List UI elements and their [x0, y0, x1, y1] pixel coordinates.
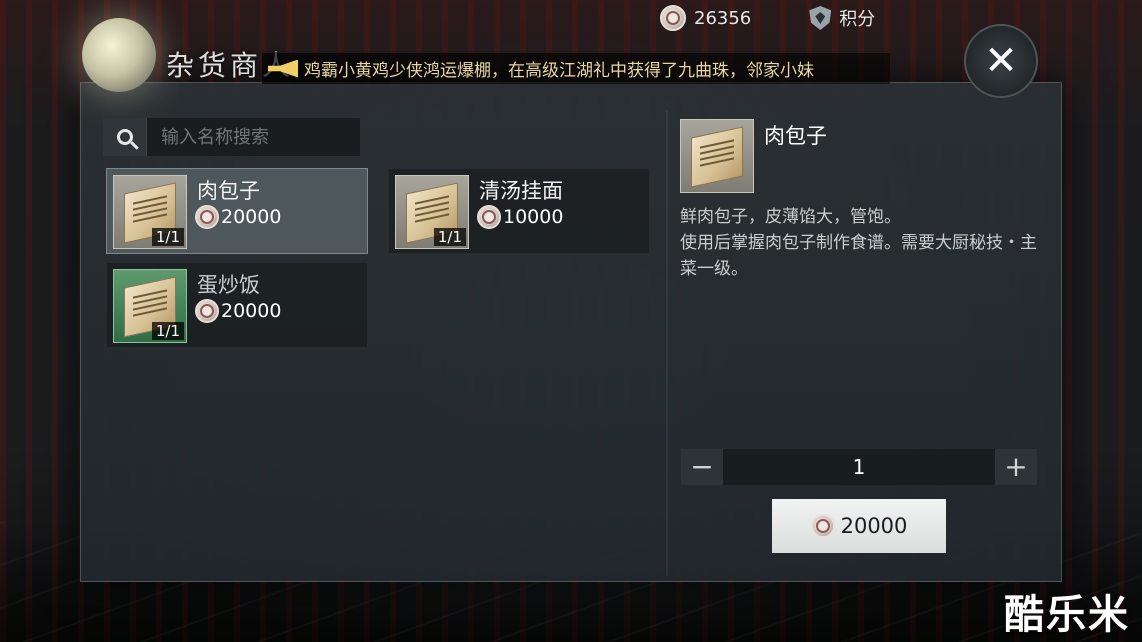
item-price: 10000: [477, 205, 563, 229]
announcement-text: 鸡霸小黄鸡少侠鸿运爆棚，在高级江湖礼中获得了九曲珠，邻家小妹: [304, 61, 814, 81]
search-input[interactable]: [147, 126, 357, 148]
item-name: 蛋炒饭: [197, 273, 260, 297]
item-count: 1/1: [151, 322, 184, 340]
points-shield-icon: [809, 6, 832, 30]
close-button[interactable]: ✕: [964, 24, 1038, 98]
currency-bar: 26356 积分: [660, 0, 875, 36]
detail-desc-line2: 使用后掌握肉包子制作食谱。需要大厨秘技・主菜一级。: [680, 233, 1037, 279]
coin-icon: [477, 205, 501, 229]
item-price-value: 20000: [221, 206, 282, 228]
coin-icon: [810, 514, 835, 538]
search-icon: [116, 129, 133, 145]
quantity-value[interactable]: 1: [853, 455, 866, 479]
detail-thumbnail: [680, 119, 754, 193]
search-button[interactable]: [103, 118, 147, 156]
item-thumbnail: 1/1: [395, 175, 469, 249]
detail-description: 鲜肉包子，皮薄馅大，管饱。 使用后掌握肉包子制作食谱。需要大厨秘技・主菜一级。: [680, 204, 1040, 282]
item-name: 肉包子: [197, 179, 260, 203]
coin-icon: [195, 205, 219, 229]
item-thumbnail: 1/1: [113, 269, 187, 343]
coin-amount: 26356: [694, 7, 752, 29]
shop-item-rou-baozi[interactable]: 1/1 肉包子 20000: [106, 168, 368, 254]
item-name: 清汤挂面: [479, 179, 563, 203]
coin-balance[interactable]: 26356: [660, 5, 751, 31]
item-price: 20000: [195, 299, 281, 323]
detail-item-name: 肉包子: [764, 124, 827, 148]
shop-item-qingtang-guamian[interactable]: 1/1 清汤挂面 10000: [388, 168, 650, 254]
site-watermark: 酷乐米: [1004, 592, 1130, 638]
increase-quantity-button[interactable]: +: [994, 449, 1037, 485]
item-price-value: 20000: [221, 300, 282, 322]
recipe-scroll-icon: [691, 126, 743, 188]
points-label: 积分: [839, 9, 876, 30]
item-count: 1/1: [151, 228, 184, 246]
item-thumbnail: 1/1: [113, 175, 187, 249]
coin-icon: [660, 5, 686, 31]
points-balance[interactable]: 积分: [809, 5, 875, 31]
quantity-stepper: − 1 +: [681, 449, 1037, 485]
shop-item-danchaofan[interactable]: 1/1 蛋炒饭 20000: [106, 262, 368, 348]
item-price-value: 10000: [503, 206, 564, 228]
horn-icon: [268, 59, 298, 78]
moon-emblem-icon: [82, 18, 156, 92]
decrease-quantity-button[interactable]: −: [681, 449, 723, 485]
coin-icon: [195, 299, 219, 323]
item-price: 20000: [195, 205, 281, 229]
buy-price: 20000: [840, 514, 908, 538]
item-count: 1/1: [433, 228, 466, 246]
detail-desc-line1: 鲜肉包子，皮薄馅大，管饱。: [680, 207, 901, 227]
search-bar: [103, 118, 360, 156]
buy-button[interactable]: 20000: [772, 499, 946, 553]
panel-divider: [666, 110, 668, 576]
announcement-marquee: 鸡霸小黄鸡少侠鸿运爆棚，在高级江湖礼中获得了九曲珠，邻家小妹: [262, 52, 890, 84]
